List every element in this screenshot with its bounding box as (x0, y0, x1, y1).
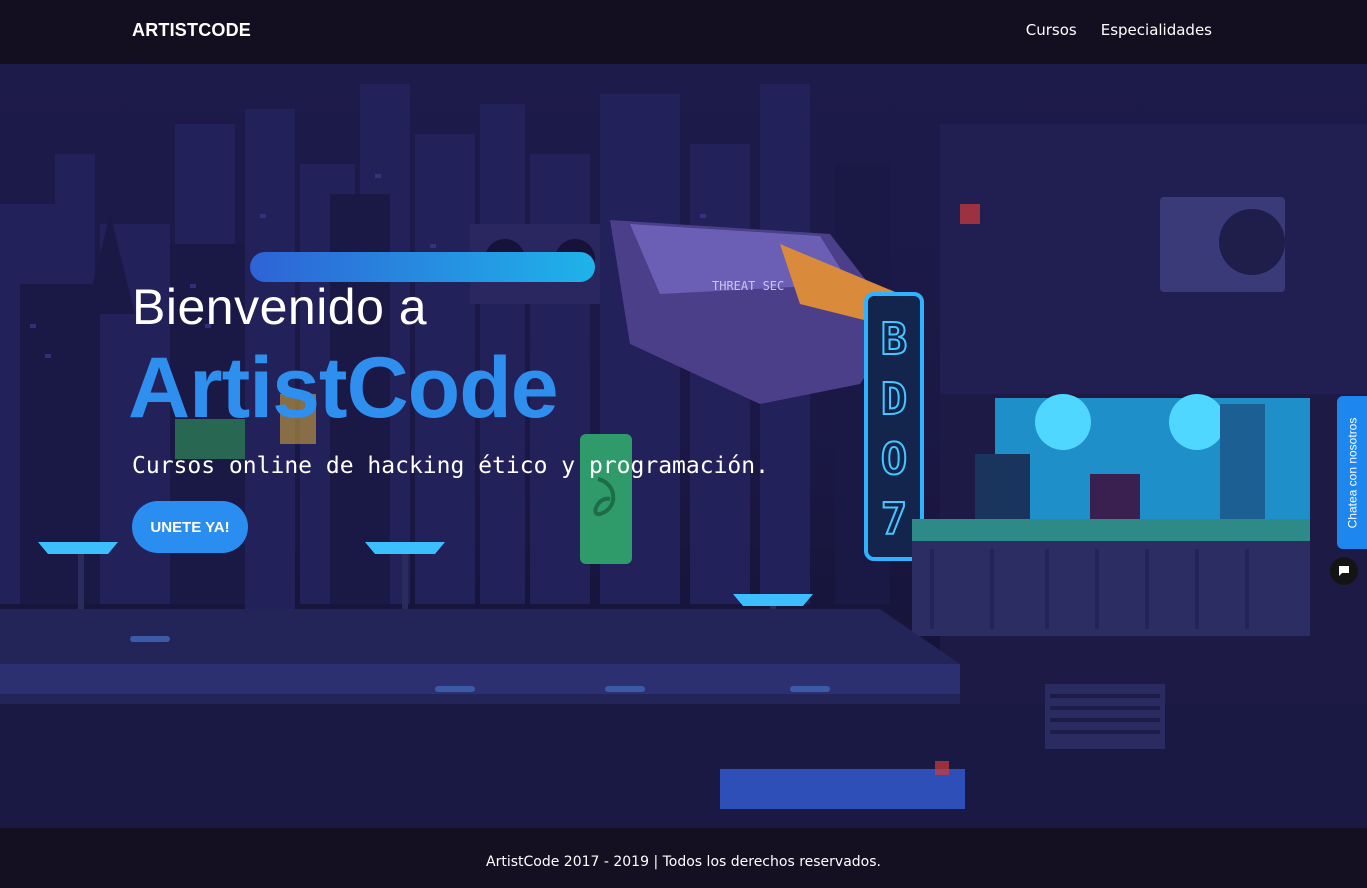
hero-brand-heading: ArtistCode (128, 340, 559, 436)
neon-sign-letter: B (881, 314, 908, 365)
chat-bubble-button[interactable] (1330, 557, 1358, 585)
nav-link-cursos[interactable]: Cursos (1026, 21, 1077, 39)
chat-tab-label: Chatea con nosotros (1345, 417, 1359, 528)
hero-section: THREAT SEC B D O 7 Bienvenido a ArtistCo… (0, 64, 1367, 828)
cyberpunk-city-illustration: THREAT SEC B D O 7 (0, 84, 1367, 828)
hero-subtitle: Cursos online de hacking ético y program… (132, 453, 769, 479)
neon-sign-letter: 7 (881, 494, 908, 545)
brand-logo[interactable]: ARTISTCODE (132, 20, 251, 41)
neon-sign-letter: O (881, 434, 908, 485)
footer-copyright: ArtistCode 2017 - 2019 | Todos los derec… (486, 854, 881, 870)
ship-sign-text: THREAT SEC (712, 279, 784, 293)
chat-icon (1339, 566, 1349, 576)
join-now-button[interactable]: UNETE YA! (132, 501, 248, 553)
footer: ArtistCode 2017 - 2019 | Todos los derec… (0, 828, 1367, 888)
nav-link-especialidades[interactable]: Especialidades (1101, 21, 1212, 39)
navbar: ARTISTCODE Cursos Especialidades (0, 0, 1367, 64)
neon-sign-letter: D (881, 374, 908, 425)
nav-links: Cursos Especialidades (1026, 21, 1212, 39)
chat-tab[interactable]: Chatea con nosotros (1337, 396, 1367, 549)
hero-title: Bienvenido a (132, 279, 428, 335)
